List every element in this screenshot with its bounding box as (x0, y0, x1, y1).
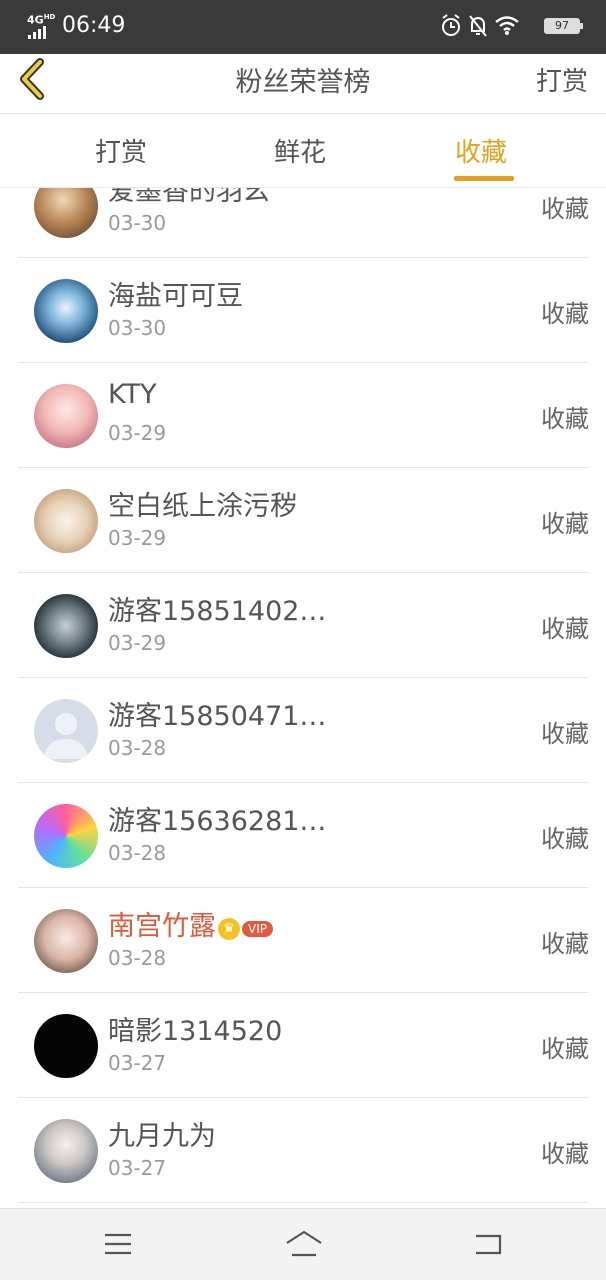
list-item[interactable]: 暗影1314520 03-27 收藏 (18, 993, 589, 1098)
battery-icon: 97 (544, 18, 583, 34)
tab-reward[interactable]: 打赏 (95, 132, 147, 169)
default-avatar-icon[interactable] (34, 699, 98, 763)
item-date: 03-30 (108, 316, 167, 340)
user-name: 游客15636281… (108, 806, 327, 837)
alarm-icon (442, 14, 460, 36)
avatar[interactable] (34, 384, 98, 448)
back-nav-icon (476, 1234, 502, 1255)
avatar[interactable] (34, 594, 98, 658)
avatar[interactable] (34, 279, 98, 343)
system-nav-bar (0, 1208, 606, 1280)
item-date: 03-29 (108, 421, 167, 445)
user-name: 九月九为 (108, 1121, 216, 1152)
tab-favorites[interactable]: 收藏 (455, 132, 507, 169)
active-tab-indicator (454, 176, 514, 181)
list-item[interactable]: KTY 03-29 收藏 (18, 363, 589, 468)
item-date: 03-29 (108, 631, 167, 655)
item-action: 收藏 (541, 300, 589, 328)
user-name: 空白纸上涂污秽 (108, 491, 297, 522)
clock: 06:49 (62, 13, 126, 38)
item-date: 03-30 (108, 211, 167, 235)
item-date: 03-29 (108, 526, 167, 550)
page-title: 粉丝荣誉榜 (235, 67, 371, 98)
tab-flowers[interactable]: 鲜花 (274, 132, 326, 169)
item-action: 收藏 (541, 510, 589, 538)
user-name: 游客15850471… (108, 701, 327, 732)
user-name: 爱墨香的羽幺 (108, 188, 270, 207)
network-type: 4G (27, 13, 44, 27)
crown-icon: ♛ (218, 917, 240, 940)
list-item[interactable]: 九月九为 03-27 收藏 (18, 1098, 589, 1203)
user-name: 海盐可可豆 (108, 281, 243, 312)
bell-off-icon (469, 15, 487, 37)
user-name: KTY (108, 379, 157, 410)
list-item[interactable]: 海盐可可豆 03-30 收藏 (18, 258, 589, 363)
signal-icon: 4GHD (26, 13, 56, 39)
list-item[interactable]: 南宫竹露 ♛ VIP 03-28 收藏 (18, 888, 589, 993)
menu-button[interactable] (100, 1229, 136, 1259)
vip-badges: ♛ VIP (218, 912, 273, 943)
item-date: 03-28 (108, 841, 167, 865)
user-name: 游客15851402… (108, 596, 327, 627)
user-name-text: 南宫竹露 (108, 911, 216, 942)
network-sup: HD (43, 13, 56, 21)
list-item[interactable]: 游客15636281… 03-28 收藏 (18, 783, 589, 888)
avatar[interactable] (34, 489, 98, 553)
item-action: 收藏 (541, 825, 589, 853)
avatar[interactable] (34, 1119, 98, 1183)
back-nav-button[interactable] (470, 1229, 506, 1259)
list-item[interactable]: 游客15850471… 03-28 收藏 (18, 678, 589, 783)
item-action: 收藏 (541, 1140, 589, 1168)
status-bar: 4GHD 06:49 97 (0, 0, 606, 54)
avatar[interactable] (34, 804, 98, 868)
item-action: 收藏 (541, 195, 589, 223)
avatar[interactable] (34, 1014, 98, 1078)
menu-icon (105, 1233, 131, 1255)
avatar[interactable] (34, 188, 98, 238)
item-action: 收藏 (541, 615, 589, 643)
fan-list[interactable]: 爱墨香的羽幺 03-30 收藏 海盐可可豆 03-30 收藏 KTY 03-29… (0, 188, 606, 1208)
home-icon (286, 1230, 322, 1257)
item-date: 03-27 (108, 1156, 167, 1180)
item-action: 收藏 (541, 930, 589, 958)
wifi-icon (495, 16, 519, 35)
list-item[interactable]: 游客15851402… 03-29 收藏 (18, 573, 589, 678)
user-name: 暗影1314520 (108, 1016, 283, 1047)
avatar[interactable] (34, 909, 98, 973)
reward-button[interactable]: 打赏 (536, 61, 588, 98)
app-header: 粉丝荣誉榜 打赏 (0, 54, 606, 114)
list-item[interactable]: 空白纸上涂污秽 03-29 收藏 (18, 468, 589, 573)
item-date: 03-28 (108, 946, 167, 970)
list-item[interactable]: 爱墨香的羽幺 03-30 收藏 (18, 188, 589, 258)
home-button[interactable] (284, 1229, 324, 1259)
tab-bar: 打赏 鲜花 收藏 (0, 114, 606, 188)
user-name: 南宫竹露 ♛ VIP (108, 904, 273, 943)
item-action: 收藏 (541, 405, 589, 433)
item-action: 收藏 (541, 720, 589, 748)
vip-badge: VIP (242, 920, 273, 937)
item-date: 03-27 (108, 1051, 167, 1075)
item-action: 收藏 (541, 1035, 589, 1063)
item-date: 03-28 (108, 736, 167, 760)
